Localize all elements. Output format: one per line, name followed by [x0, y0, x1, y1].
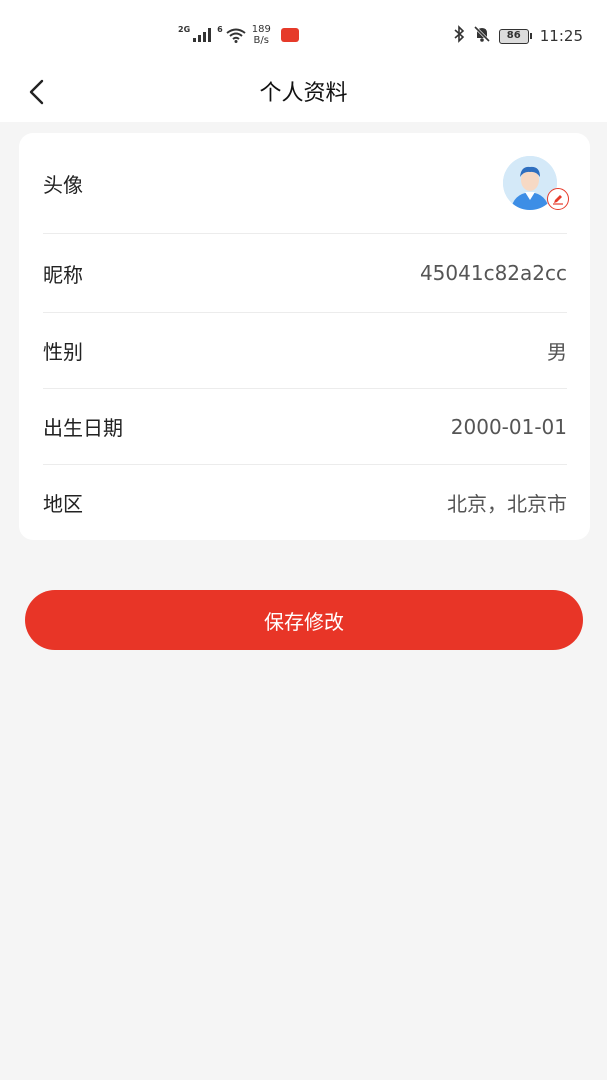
status-bar: 2G 6 189 B/s 86 11:25 [0, 0, 607, 60]
birthday-label: 出生日期 [43, 416, 123, 440]
wifi-type-label: 6 [217, 24, 223, 34]
bluetooth-icon [453, 25, 465, 47]
speed-unit: B/s [253, 35, 269, 46]
pencil-icon [553, 195, 563, 205]
status-right-group: 86 11:25 [453, 24, 583, 48]
battery-icon: 86 [498, 28, 532, 44]
signal-icon [193, 28, 212, 42]
edit-avatar-button[interactable] [547, 188, 569, 210]
page-title: 个人资料 [259, 81, 348, 106]
region-value: 北京，北京市 [447, 492, 567, 516]
speed-value: 189 [251, 24, 271, 35]
avatar[interactable] [503, 156, 569, 210]
gender-label: 性别 [43, 340, 83, 364]
avatar-row[interactable]: 头像 [43, 133, 569, 234]
nickname-row[interactable]: 昵称 45041c82a2cc [43, 234, 567, 313]
region-label: 地区 [43, 492, 83, 516]
status-left-group: 2G 6 189 B/s [178, 22, 299, 48]
network-type-label: 2G [178, 24, 191, 34]
nickname-label: 昵称 [43, 262, 83, 287]
nickname-value: 45041c82a2cc [419, 261, 567, 285]
mute-bell-icon [473, 25, 491, 47]
navigation-bar: 个人资料 [0, 60, 607, 122]
gender-row[interactable]: 性别 男 [43, 313, 567, 389]
clock: 11:25 [539, 27, 583, 45]
battery-level: 86 [498, 28, 529, 44]
wifi-icon [226, 28, 246, 43]
profile-card: 头像 昵称 45041c82a2cc 性别 男 出生日期 2000-01-01 … [19, 133, 590, 540]
birthday-value: 2000-01-01 [450, 414, 567, 439]
gender-value: 男 [547, 340, 567, 364]
network-speed: 189 B/s [252, 24, 271, 46]
birthday-row[interactable]: 出生日期 2000-01-01 [43, 389, 567, 465]
app-notification-icon [280, 28, 299, 42]
avatar-label: 头像 [43, 172, 83, 197]
save-changes-button[interactable]: 保存修改 [25, 590, 583, 650]
region-row[interactable]: 地区 北京，北京市 [43, 465, 567, 540]
